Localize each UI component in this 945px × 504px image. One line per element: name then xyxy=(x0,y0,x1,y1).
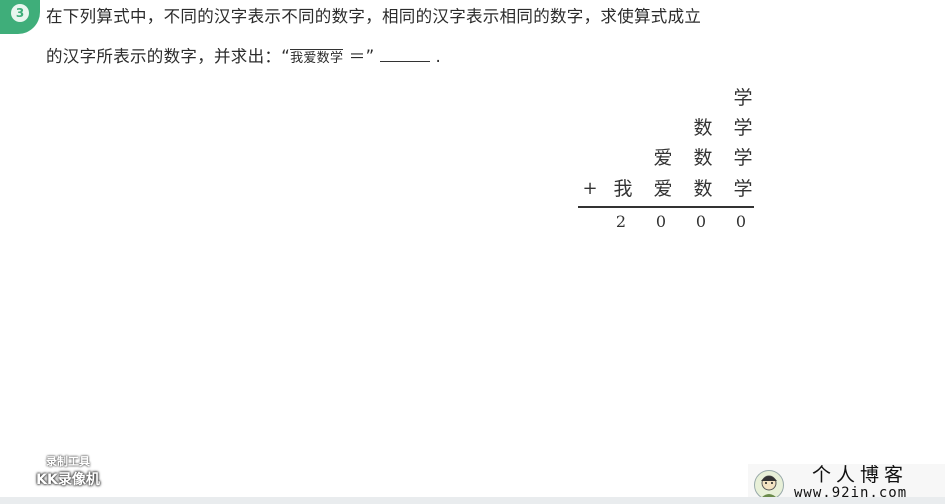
recorder-watermark-line2: KK录像机 xyxy=(36,472,100,488)
puzzle-cell: 我 xyxy=(613,178,633,200)
question-line-1: 在下列算式中，不同的汉字表示不同的数字，相同的汉字表示相同的数字，求使算式成立 xyxy=(46,7,702,26)
avatar-icon xyxy=(754,470,784,500)
sum-line xyxy=(578,206,754,208)
puzzle-cell: 数 xyxy=(693,178,713,200)
plus-operator: + xyxy=(582,178,598,199)
question-line-2: 的汉字所表示的数字，并求出：“我爱数学 ＝” . xyxy=(46,46,441,68)
puzzle-cell: 学 xyxy=(733,178,753,200)
overlined-number-word: 我爱数学 xyxy=(290,49,344,66)
answer-blank xyxy=(380,47,431,62)
blog-title: 个人博客 xyxy=(812,464,909,486)
bottom-bar xyxy=(0,497,945,504)
vertical-addition-puzzle: 学 数 学 爱 数 学 + 我 爱 数 学 2 0 0 0 xyxy=(578,82,758,242)
question-number-badge: 3 xyxy=(0,0,40,34)
puzzle-cell: 学 xyxy=(733,147,753,169)
sum-digit: 0 xyxy=(655,212,667,231)
question-line-2-end: . xyxy=(430,47,442,66)
puzzle-cell: 数 xyxy=(693,147,713,169)
sum-digit: 0 xyxy=(735,212,747,231)
recorder-watermark-line1: 录制工具 xyxy=(46,455,90,468)
puzzle-cell: 爱 xyxy=(653,147,673,169)
sum-digit: 2 xyxy=(615,212,627,231)
puzzle-cell: 学 xyxy=(733,117,753,139)
recorder-watermark: 录制工具 KK录像机 xyxy=(26,454,110,494)
puzzle-cell: 学 xyxy=(733,87,753,109)
question-line-2-start: 的汉字所表示的数字，并求出：“ xyxy=(46,47,291,66)
question-equals: ＝” xyxy=(343,47,381,66)
puzzle-cell: 爱 xyxy=(653,178,673,200)
question-number: 3 xyxy=(11,4,29,22)
sum-digit: 0 xyxy=(695,212,707,231)
puzzle-cell: 数 xyxy=(693,117,713,139)
